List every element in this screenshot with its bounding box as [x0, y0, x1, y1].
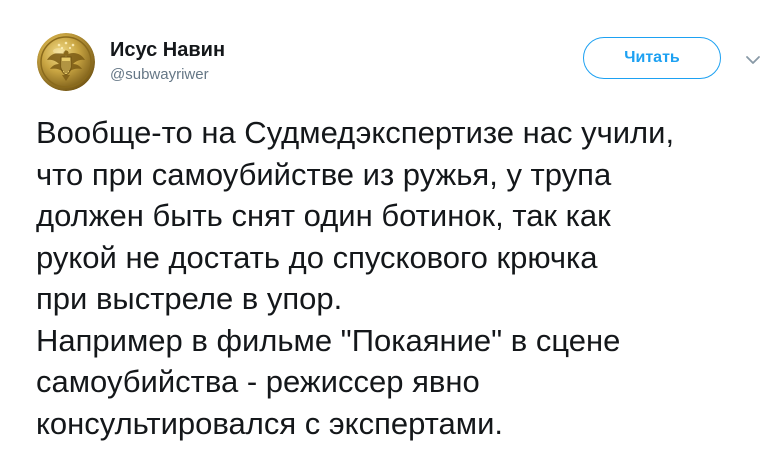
- brass-eagle-button-icon: [37, 33, 95, 91]
- display-name[interactable]: Исус Навин: [110, 38, 225, 62]
- tweet-text-line: самоубийства - режиссер явно: [36, 364, 480, 399]
- tweet-text-line: консультировался с экспертами.: [36, 405, 504, 441]
- tweet-text-line: что при самоубийстве из ружья, у трупа: [36, 156, 612, 192]
- tweet-text-line: Вообще-то на Судмедэкспертизе нас учили,: [36, 115, 675, 150]
- tweet-text-line: должен быть снят один ботинок, так как: [36, 198, 611, 233]
- avatar[interactable]: [37, 33, 95, 91]
- tweet-menu-button[interactable]: [742, 52, 764, 68]
- tweet-text-line: Например в фильме "Покаяние" в сцене: [36, 322, 621, 358]
- chevron-down-icon: [746, 56, 760, 64]
- follow-button-label: Читать: [624, 49, 680, 66]
- tweet-text: Вообще-то на Судмедэкспертизе нас учили,…: [36, 112, 771, 444]
- tweet-text-line: рукой не достать до спускового крючка: [36, 239, 598, 275]
- follow-button[interactable]: Читать: [583, 37, 721, 79]
- tweet-text-line: при выстреле в упор.: [36, 281, 343, 316]
- user-handle[interactable]: @subwayriwer: [110, 66, 209, 84]
- tweet-card: Исус Навин @subwayriwer Читать Вообще-то…: [0, 0, 778, 455]
